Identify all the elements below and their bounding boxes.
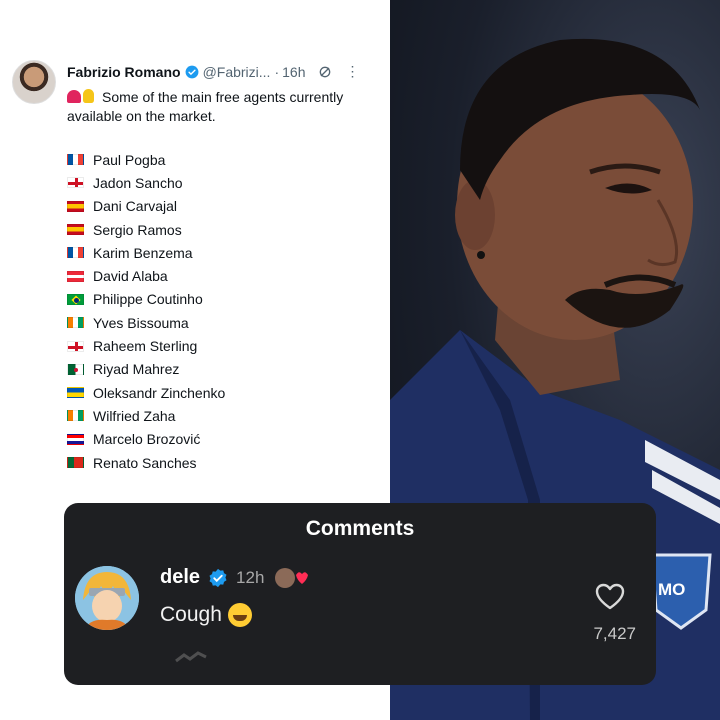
- like-count: 7,427: [593, 624, 636, 643]
- list-item: Paul Pogba: [67, 148, 225, 171]
- comment-sticker-icon: [175, 651, 207, 663]
- portugal-flag-icon: [67, 457, 84, 468]
- more-options-icon[interactable]: ⋮: [345, 63, 359, 80]
- laughing-emoji-icon: [227, 603, 252, 627]
- verified-badge-icon: [209, 568, 227, 587]
- list-item: Jadon Sancho: [67, 171, 225, 194]
- separator-dot: ·: [274, 63, 280, 80]
- list-item: Sergio Ramos: [67, 218, 225, 241]
- naruto-avatar-icon: [75, 566, 139, 630]
- list-item: Oleksandr Zinchenko: [67, 381, 225, 404]
- comment-body: Cough: [160, 603, 222, 626]
- list-item: Renato Sanches: [67, 451, 225, 474]
- brazil-flag-icon: [67, 293, 84, 305]
- player-name: Yves Bissouma: [93, 314, 189, 331]
- player-name: David Alaba: [93, 268, 168, 285]
- tweet-body: Some of the main free agents currently a…: [67, 89, 344, 124]
- list-item: Riyad Mahrez: [67, 358, 225, 381]
- list-item: Philippe Coutinho: [67, 288, 225, 311]
- crest-text: MO: [658, 580, 686, 599]
- list-item: Dani Carvajal: [67, 195, 225, 218]
- france-flag-icon: [67, 247, 84, 259]
- comments-title: Comments: [305, 517, 415, 540]
- algeria-flag-icon: [67, 363, 84, 375]
- author-name[interactable]: Fabrizio Romano: [67, 64, 181, 80]
- tweet-text: Some of the main free agents currently a…: [67, 88, 382, 126]
- france-flag-icon: [67, 154, 84, 166]
- list-item: Karim Benzema: [67, 241, 225, 264]
- author-avatar[interactable]: [12, 60, 56, 104]
- player-name: Paul Pogba: [93, 151, 166, 168]
- list-item: Wilfried Zaha: [67, 404, 225, 427]
- commenter-avatar[interactable]: [75, 566, 139, 630]
- list-item: Marcelo Brozović: [67, 428, 225, 451]
- player-name: Jadon Sancho: [93, 174, 183, 191]
- croatia-flag-icon: [67, 433, 84, 445]
- comment-time: 12h: [236, 567, 265, 587]
- player-name: Sergio Ramos: [93, 221, 182, 238]
- player-name: Raheem Sterling: [93, 338, 198, 355]
- austria-flag-icon: [67, 270, 84, 282]
- comment-header: dele 12h: [160, 566, 309, 589]
- siren-icon: [67, 90, 81, 103]
- ukraine-flag-icon: [67, 387, 84, 399]
- player-name: Riyad Mahrez: [93, 361, 180, 378]
- player-name: Renato Sanches: [93, 454, 197, 471]
- spain-flag-icon: [67, 224, 84, 236]
- ivory-coast-flag-icon: [67, 410, 84, 422]
- player-name: Marcelo Brozović: [93, 431, 201, 448]
- creator-liked-icon: [275, 567, 309, 588]
- verified-badge-icon: [185, 65, 198, 78]
- player-name: Wilfried Zaha: [93, 407, 176, 424]
- player-name: Karim Benzema: [93, 244, 193, 261]
- like-heart-icon[interactable]: [595, 583, 625, 610]
- lightbulb-icon: [83, 89, 94, 103]
- commenter-username[interactable]: dele: [160, 566, 200, 589]
- tweet-header: Fabrizio Romano @Fabrizi... · 16h ⋮: [67, 63, 359, 80]
- spain-flag-icon: [67, 200, 84, 212]
- list-item: Yves Bissouma: [67, 311, 225, 334]
- player-name: Oleksandr Zinchenko: [93, 384, 226, 401]
- grok-icon[interactable]: [317, 64, 333, 80]
- author-handle[interactable]: @Fabrizi...: [203, 64, 271, 80]
- list-item: Raheem Sterling: [67, 334, 225, 357]
- comments-panel: Comments dele 12h Cough 7,427: [64, 503, 656, 685]
- list-item: David Alaba: [67, 264, 225, 287]
- ivory-coast-flag-icon: [67, 317, 84, 329]
- player-name: Dani Carvajal: [93, 198, 178, 215]
- player-list: Paul Pogba Jadon Sancho Dani Carvajal Se…: [67, 148, 225, 474]
- player-name: Philippe Coutinho: [93, 291, 203, 308]
- england-flag-icon: [67, 340, 84, 352]
- tweet-time[interactable]: 16h: [282, 64, 305, 80]
- england-flag-icon: [67, 177, 84, 189]
- comment-text: Cough: [160, 603, 252, 627]
